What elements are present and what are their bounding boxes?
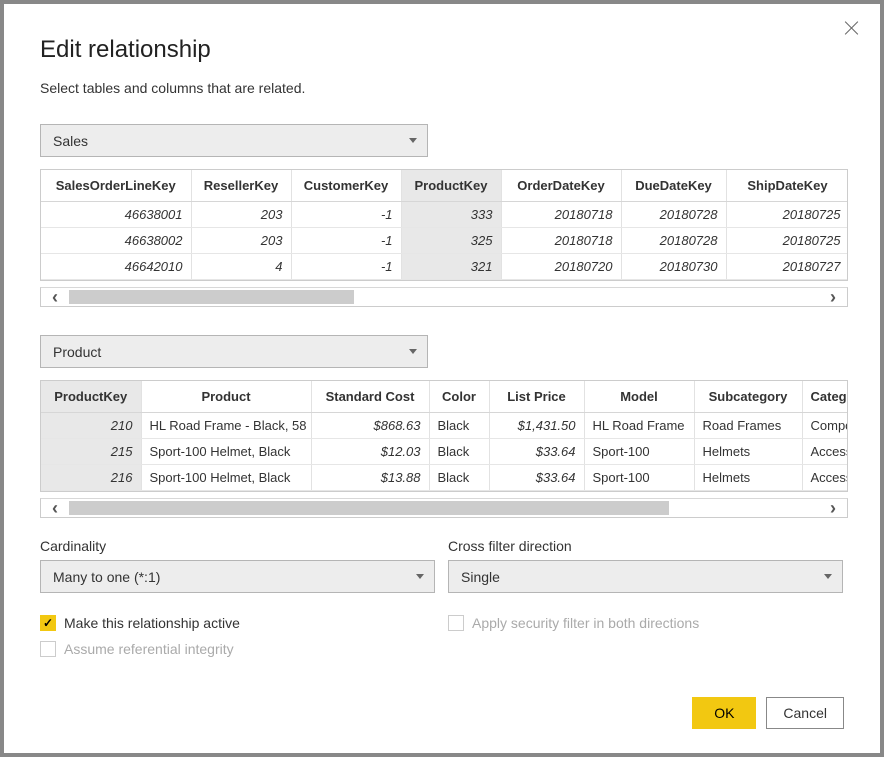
crossfilter-value: Single <box>461 569 500 585</box>
col-header-highlighted[interactable]: ProductKey <box>41 381 141 413</box>
scroll-right-icon[interactable]: › <box>819 288 847 306</box>
col-header[interactable]: Subcategory <box>694 381 802 413</box>
active-checkbox-label: Make this relationship active <box>64 615 240 631</box>
refint-checkbox-row: Assume referential integrity <box>40 641 436 657</box>
col-header[interactable]: ResellerKey <box>191 170 291 202</box>
table2-hscrollbar[interactable]: ‹ › <box>40 498 848 518</box>
table-row: 46638002 203 -1 325 20180718 20180728 20… <box>41 228 847 254</box>
chevron-down-icon <box>409 138 417 143</box>
chevron-down-icon <box>409 349 417 354</box>
col-header[interactable]: Standard Cost <box>311 381 429 413</box>
table1-preview: SalesOrderLineKey ResellerKey CustomerKe… <box>40 169 848 281</box>
scroll-left-icon[interactable]: ‹ <box>41 499 69 517</box>
cardinality-label: Cardinality <box>40 538 436 554</box>
table2-select[interactable]: Product <box>40 335 428 368</box>
close-icon[interactable] <box>844 20 860 36</box>
scroll-track[interactable] <box>69 499 819 517</box>
scroll-thumb[interactable] <box>69 290 354 304</box>
secfilter-checkbox-row: Apply security filter in both directions <box>448 615 844 631</box>
col-header[interactable]: List Price <box>489 381 584 413</box>
chevron-down-icon <box>824 574 832 579</box>
crossfilter-label: Cross filter direction <box>448 538 844 554</box>
table2-select-value: Product <box>53 344 101 360</box>
refint-checkbox-label: Assume referential integrity <box>64 641 234 657</box>
table-row: 46638001 203 -1 333 20180718 20180728 20… <box>41 202 847 228</box>
secfilter-checkbox-label: Apply security filter in both directions <box>472 615 699 631</box>
table-row: 215 Sport-100 Helmet, Black $12.03 Black… <box>41 439 847 465</box>
checkbox-unchecked-icon <box>448 615 464 631</box>
table2-header-row: ProductKey Product Standard Cost Color L… <box>41 381 847 413</box>
col-header[interactable]: Category <box>802 381 847 413</box>
scroll-thumb[interactable] <box>69 501 669 515</box>
table1-header-row: SalesOrderLineKey ResellerKey CustomerKe… <box>41 170 847 202</box>
table1-select-value: Sales <box>53 133 88 149</box>
scroll-right-icon[interactable]: › <box>819 499 847 517</box>
table-row: 46642010 4 -1 321 20180720 20180730 2018… <box>41 254 847 280</box>
col-header[interactable]: SalesOrderLineKey <box>41 170 191 202</box>
col-header[interactable]: Product <box>141 381 311 413</box>
col-header[interactable]: ShipDateKey <box>726 170 847 202</box>
col-header[interactable]: CustomerKey <box>291 170 401 202</box>
table2-preview: ProductKey Product Standard Cost Color L… <box>40 380 848 492</box>
table1-hscrollbar[interactable]: ‹ › <box>40 287 848 307</box>
col-header[interactable]: Model <box>584 381 694 413</box>
table-row: 210 HL Road Frame - Black, 58 $868.63 Bl… <box>41 413 847 439</box>
checkbox-checked-icon[interactable] <box>40 615 56 631</box>
crossfilter-select[interactable]: Single <box>448 560 843 593</box>
cardinality-select[interactable]: Many to one (*:1) <box>40 560 435 593</box>
checkbox-unchecked-icon <box>40 641 56 657</box>
edit-relationship-dialog: Edit relationship Select tables and colu… <box>0 0 884 757</box>
col-header-highlighted[interactable]: ProductKey <box>401 170 501 202</box>
dialog-subtitle: Select tables and columns that are relat… <box>40 80 844 96</box>
scroll-left-icon[interactable]: ‹ <box>41 288 69 306</box>
table-row: 216 Sport-100 Helmet, Black $13.88 Black… <box>41 465 847 491</box>
col-header[interactable]: Color <box>429 381 489 413</box>
cancel-button[interactable]: Cancel <box>766 697 844 729</box>
ok-button[interactable]: OK <box>692 697 756 729</box>
table1-select[interactable]: Sales <box>40 124 428 157</box>
active-checkbox-row[interactable]: Make this relationship active <box>40 615 436 631</box>
dialog-title: Edit relationship <box>40 36 844 64</box>
chevron-down-icon <box>416 574 424 579</box>
cardinality-value: Many to one (*:1) <box>53 569 160 585</box>
col-header[interactable]: OrderDateKey <box>501 170 621 202</box>
scroll-track[interactable] <box>69 288 819 306</box>
col-header[interactable]: DueDateKey <box>621 170 726 202</box>
